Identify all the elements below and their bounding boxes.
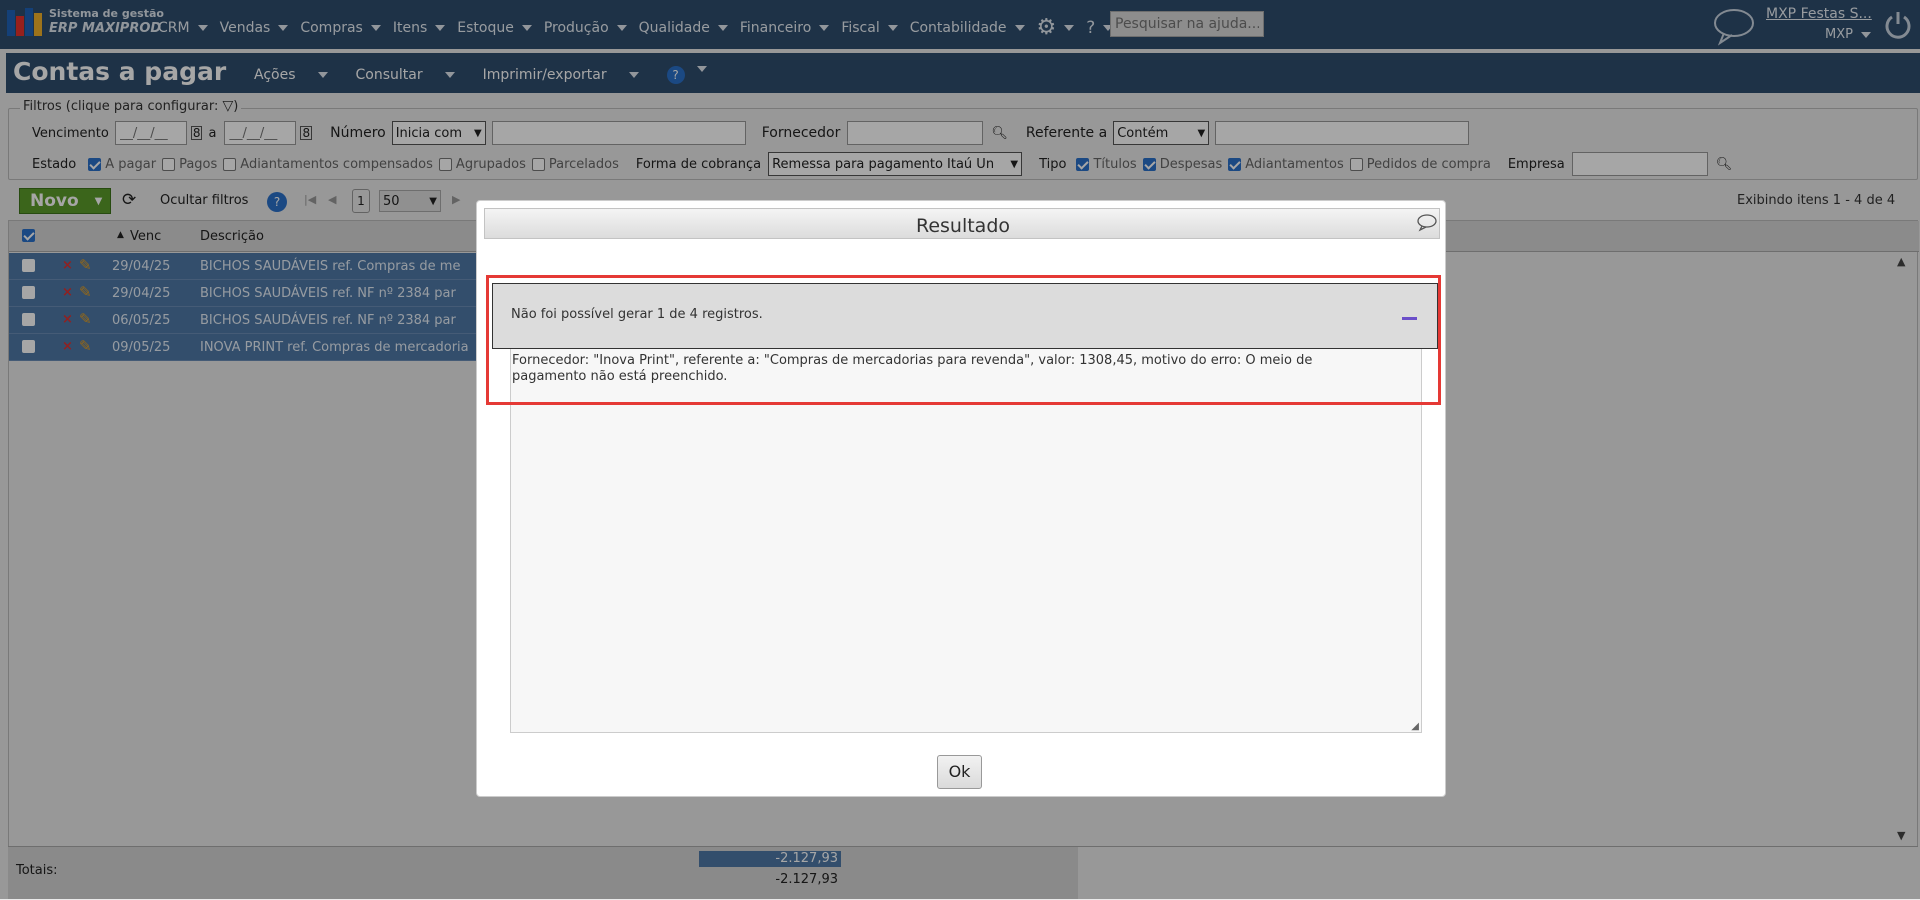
result-dialog: Resultado ◢ Não foi possível gerar 1 de …: [476, 200, 1446, 797]
error-detail-text: Fornecedor: "Inova Print", referente a: …: [512, 353, 1422, 385]
dialog-header: Resultado: [484, 208, 1440, 239]
error-detail-line: Fornecedor: "Inova Print", referente a: …: [512, 353, 1313, 368]
collapse-icon[interactable]: [1402, 317, 1417, 320]
comment-icon[interactable]: [1417, 214, 1437, 236]
resize-handle-icon[interactable]: ◢: [1411, 721, 1419, 732]
error-highlight-box: Não foi possível gerar 1 de 4 registros.…: [486, 275, 1441, 405]
ok-button[interactable]: Ok: [937, 755, 982, 789]
error-summary-panel[interactable]: Não foi possível gerar 1 de 4 registros.: [492, 283, 1438, 349]
error-summary-text: Não foi possível gerar 1 de 4 registros.: [511, 307, 763, 322]
error-detail-line: pagamento não está preenchido.: [512, 369, 728, 384]
dialog-title: Resultado: [915, 215, 1011, 237]
